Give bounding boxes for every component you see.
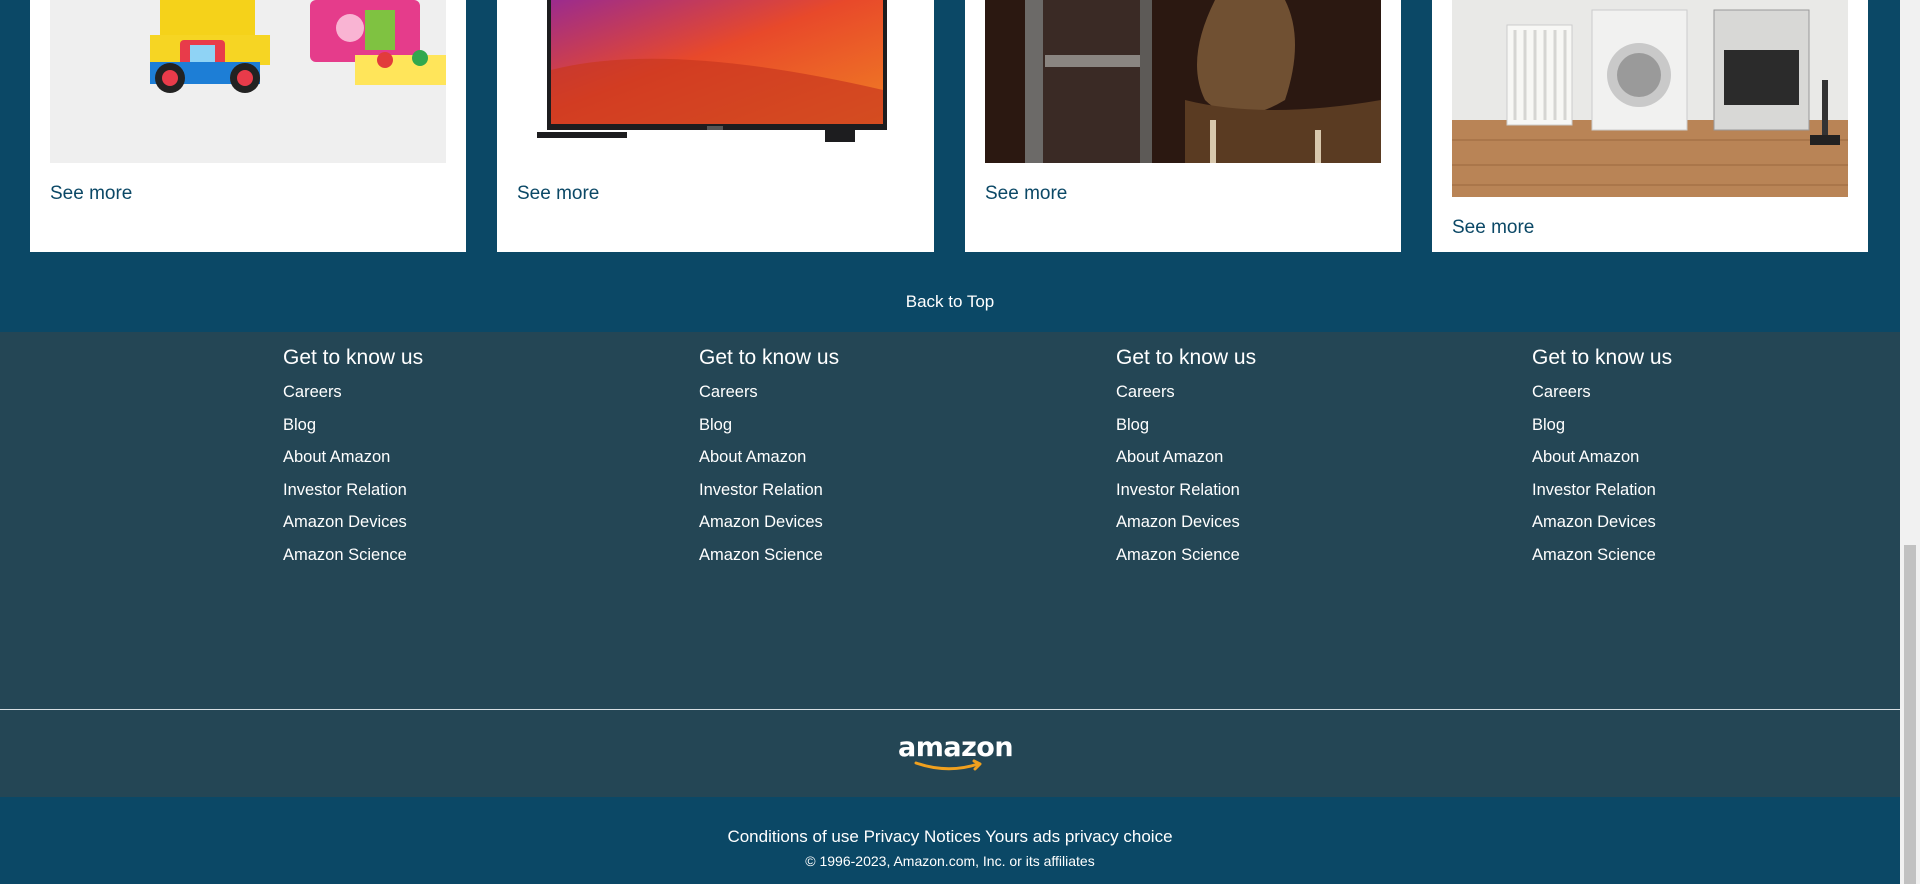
footer-link-careers[interactable]: Careers [699,376,999,409]
footer-column: Get to know us Careers Blog About Amazon… [699,346,999,571]
footer-link-amazon-science[interactable]: Amazon Science [1532,539,1832,572]
footer-link-careers[interactable]: Careers [1532,376,1832,409]
footer-column-heading: Get to know us [283,346,424,369]
footer-link-blog[interactable]: Blog [1532,409,1832,442]
footer-column: Get to know us Careers Blog About Amazon… [1116,346,1416,571]
see-more-link[interactable]: See more [50,183,132,205]
footer-link-about-amazon[interactable]: About Amazon [283,441,583,474]
amazon-smile-icon [914,759,982,770]
footer-link-investor-relation[interactable]: Investor Relation [1532,474,1832,507]
footer-column-heading: Get to know us [1532,346,1673,369]
footer-link-investor-relation[interactable]: Investor Relation [283,474,583,507]
footer-logo-bar: amazon [0,709,1900,797]
footer-link-investor-relation[interactable]: Investor Relation [1116,474,1416,507]
legal-links: Conditions of use Privacy Notices Yours … [0,827,1900,847]
product-card-appliances[interactable]: See more [1432,0,1868,252]
footer-link-blog[interactable]: Blog [699,409,999,442]
footer-link-about-amazon[interactable]: About Amazon [1116,441,1416,474]
copyright-text: © 1996-2023, Amazon.com, Inc. or its aff… [805,853,1095,869]
scrollbar-thumb[interactable] [1904,545,1916,884]
privacy-notices-link[interactable]: Privacy Notices [864,827,981,846]
footer-link-amazon-science[interactable]: Amazon Science [699,539,999,572]
see-more-link[interactable]: See more [517,183,599,205]
footer-link-amazon-science[interactable]: Amazon Science [1116,539,1416,572]
toys-image[interactable] [50,0,446,163]
ads-privacy-choice-link[interactable]: Yours ads privacy choice [985,827,1172,846]
page: See more See more See more See more Back… [0,0,1900,884]
legal-footer: Conditions of use Privacy Notices Yours … [0,797,1900,884]
conditions-of-use-link[interactable]: Conditions of use [727,827,858,846]
footer-link-blog[interactable]: Blog [1116,409,1416,442]
furniture-image[interactable] [985,0,1381,163]
footer-link-blog[interactable]: Blog [283,409,583,442]
back-to-top-button[interactable]: Back to Top [0,271,1900,332]
appliances-image[interactable] [1452,0,1848,197]
footer-column: Get to know us Careers Blog About Amazon… [1532,346,1832,571]
footer-link-investor-relation[interactable]: Investor Relation [699,474,999,507]
footer-links: Get to know us Careers Blog About Amazon… [0,332,1900,709]
footer-link-amazon-devices[interactable]: Amazon Devices [699,506,999,539]
footer-link-amazon-devices[interactable]: Amazon Devices [1116,506,1416,539]
tv-image[interactable] [517,0,913,163]
amazon-logo[interactable]: amazon [898,732,1014,774]
footer-link-amazon-science[interactable]: Amazon Science [283,539,583,572]
footer-column-heading: Get to know us [1116,346,1257,369]
see-more-link[interactable]: See more [985,183,1067,205]
footer-link-about-amazon[interactable]: About Amazon [699,441,999,474]
product-card-toys[interactable]: See more [30,0,466,252]
product-card-tv[interactable]: See more [497,0,934,252]
footer-link-amazon-devices[interactable]: Amazon Devices [283,506,583,539]
product-card-furniture[interactable]: See more [965,0,1401,252]
footer-column: Get to know us Careers Blog About Amazon… [283,346,583,571]
footer-link-about-amazon[interactable]: About Amazon [1532,441,1832,474]
footer-link-amazon-devices[interactable]: Amazon Devices [1532,506,1832,539]
footer-link-careers[interactable]: Careers [283,376,583,409]
footer-link-careers[interactable]: Careers [1116,376,1416,409]
see-more-link[interactable]: See more [1452,217,1534,239]
vertical-scrollbar[interactable] [1900,0,1920,884]
footer-column-heading: Get to know us [699,346,840,369]
product-card-row: See more See more See more See more [0,0,1900,252]
